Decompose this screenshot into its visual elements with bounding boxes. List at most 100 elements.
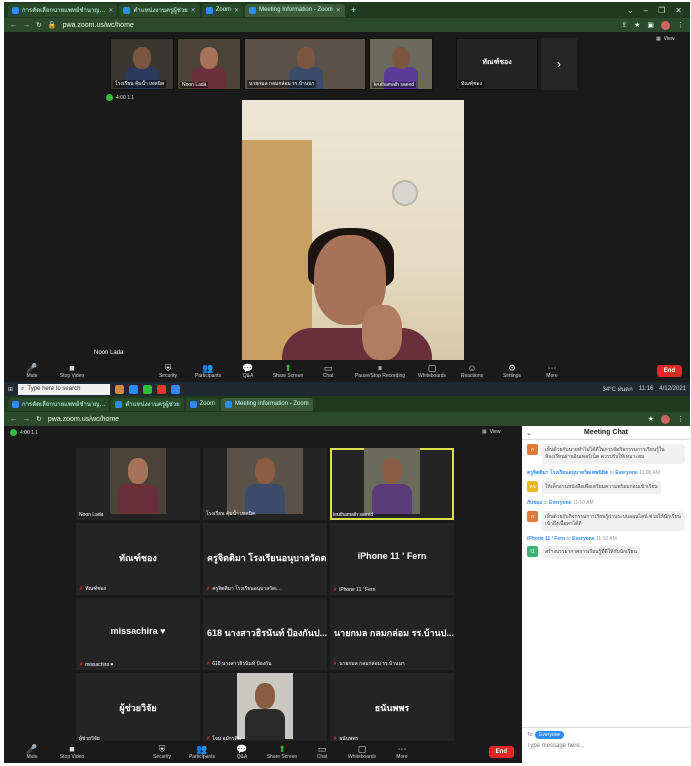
participant-name: Noon Lada (180, 82, 209, 88)
maximize-icon[interactable]: ❐ (658, 6, 665, 15)
participant-tile[interactable]: missachira ♥ ✗ missachira ♥ (76, 598, 200, 670)
browser-tab-active[interactable]: Meeting Information - Zoom (220, 397, 313, 411)
participant-tile[interactable]: นายกมล กลมกล่อม รร.บ้านป... ✗ นายกมล กลมกล… (330, 598, 454, 670)
whiteboard-icon: ▢ (357, 744, 367, 754)
close-icon[interactable]: ✕ (336, 7, 341, 14)
participant-tile[interactable]: ธนันพพร ✗ ธนันพพร (330, 673, 454, 745)
edge-icon[interactable] (129, 384, 139, 394)
browser-tab[interactable]: Zoom (185, 397, 219, 411)
participant-display-name: 618 นางสาวธิรนันท์ ป้องกันป... (207, 628, 327, 638)
participant-name: ✗ ครูจิตติมา โรงเรียนอนุบาลวัดเ… (206, 585, 282, 593)
security-button[interactable]: ⛨ Security (142, 744, 182, 760)
reload-icon[interactable]: ↻ (36, 21, 42, 29)
app-icon[interactable] (157, 384, 167, 394)
stop-video-button[interactable]: ■ Stop Video (52, 744, 92, 760)
back-icon[interactable]: ← (10, 416, 17, 423)
menu-icon[interactable]: ⋮ (677, 21, 684, 30)
chat-button[interactable]: ▭ Chat (302, 744, 342, 760)
participant-thumbnail[interactable]: ทัณฑ์ชอง ทัณฑ์ชอง (456, 38, 538, 90)
participant-tile[interactable]: ครูจิตติมา โรงเรียนอนุบาลวัดต... ✗ ครูจิตต… (203, 523, 327, 595)
share-screen-button[interactable]: ⬆ Share Screen (268, 363, 308, 379)
zoom-app-icon[interactable] (171, 384, 181, 394)
view-button[interactable]: ▦ View (656, 36, 674, 42)
participant-tile[interactable]: ✗ โจม อมักรดิษ (203, 673, 327, 745)
browser-tab[interactable]: การคัดเลือกนายแพทย์ชำนาญ… ✕ (8, 3, 118, 17)
chrome-icon[interactable] (143, 384, 153, 394)
end-meeting-button[interactable]: End (656, 365, 682, 377)
file-explorer-icon[interactable] (115, 384, 125, 394)
favicon-icon (12, 6, 19, 14)
qa-button[interactable]: 💬 Q&A (222, 744, 262, 760)
url-field[interactable]: pwa.zoom.us/wc/home (63, 22, 134, 29)
browser-tab[interactable]: ตำแหน่งงานครูผู้ช่วย ✕ (119, 3, 200, 17)
participant-thumbnail[interactable]: โรงเรียน คุ้มน้ำ เทคนิค (110, 38, 174, 90)
star-icon[interactable]: ★ (648, 415, 654, 424)
forward-icon[interactable]: → (23, 416, 30, 423)
whiteboards-button[interactable]: ▢ Whiteboards (412, 363, 452, 379)
share-page-icon[interactable]: ⇪ (621, 21, 627, 30)
participant-tile[interactable]: iPhone 11 ' Fern ✗ iPhone 11 ' Fern (330, 523, 454, 595)
minimize-icon[interactable]: – (644, 6, 648, 15)
stop-video-button[interactable]: ■ Stop Video (52, 363, 92, 379)
browser-tab-bar: การคัดเลือกนายแพทย์ชำนาญ… ตำแหน่งงานครูผ… (4, 396, 690, 412)
new-tab-icon[interactable]: + (347, 5, 360, 15)
toolbar-label: Q&A (236, 754, 248, 760)
close-window-icon[interactable]: ✕ (675, 6, 682, 15)
tab-label: Meeting Information - Zoom (234, 401, 309, 407)
collapse-icon[interactable]: ⌄ (526, 429, 532, 437)
chevron-down-icon[interactable]: ⌄ (627, 6, 634, 15)
close-icon[interactable]: ✕ (234, 7, 239, 14)
menu-icon[interactable]: ⋮ (677, 415, 684, 424)
browser-tab-active[interactable]: Meeting Information - Zoom ✕ (245, 3, 345, 17)
security-button[interactable]: ⛨ Security (148, 363, 188, 379)
reload-icon[interactable]: ↻ (36, 415, 42, 423)
mute-button[interactable]: 🎤 Mute (12, 744, 52, 760)
windows-start-icon[interactable]: ⊞ (8, 386, 13, 393)
more-button[interactable]: ⋯ More (382, 744, 422, 760)
participant-name: ✗ 618 นางสาวธิรนันท์ ป้องกัน (206, 660, 272, 668)
participants-button[interactable]: 👥 Participants (182, 744, 222, 760)
whiteboards-button[interactable]: ▢ Whiteboards (342, 744, 382, 760)
url-field[interactable]: pwa.zoom.us/wc/home (48, 416, 119, 423)
chevron-right-icon[interactable]: › (541, 38, 577, 90)
taskbar-search[interactable]: ⌕ Type here to search (18, 383, 111, 395)
participant-thumbnail[interactable]: Noon Lada (177, 38, 241, 90)
chat-message: ก เห็นด้วยกับนายทำไม่ได้ดีในการจัดกิจกรรม… (522, 440, 690, 466)
browser-tab[interactable]: การคัดเลือกนายแพทย์ชำนาญ… (8, 397, 110, 411)
browser-tab[interactable]: Zoom ✕ (201, 3, 244, 17)
participant-tile-speaking[interactable]: kruthamath saeed (330, 448, 454, 520)
extensions-icon[interactable]: ▣ (647, 21, 654, 30)
chat-button[interactable]: ▭ Chat (308, 363, 348, 379)
favicon-icon (189, 400, 197, 408)
toolbar-label: Security (152, 754, 172, 760)
participant-tile[interactable]: ผู้ช่วยวิจัย ผู้ช่วยวิจัย (76, 673, 200, 745)
view-button[interactable]: ▦ View (482, 429, 500, 435)
chat-message-input[interactable] (527, 743, 685, 749)
participant-tile[interactable]: โรงเรียน คุ้มน้ำ เทคนิค (203, 448, 327, 520)
settings-button[interactable]: ⚙ Settings (492, 363, 532, 379)
browser-tab[interactable]: ตำแหน่งงานครูผู้ช่วย (111, 397, 184, 411)
close-icon[interactable]: ✕ (191, 7, 196, 14)
participant-thumbnail[interactable]: kruthamath saeed (369, 38, 433, 90)
profile-avatar[interactable] (661, 414, 670, 424)
star-icon[interactable]: ★ (634, 21, 640, 30)
participant-tile[interactable]: 618 นางสาวธิรนันท์ ป้องกันป... ✗ 618 นางสา… (203, 598, 327, 670)
mute-button[interactable]: 🎤 Mute (12, 363, 52, 379)
recording-button[interactable]: ⏸ Pause/Stop Recording (348, 363, 412, 379)
participant-tile[interactable]: ทัณฑ์ชอง ✗ ทัณฑ์ชอง (76, 523, 200, 595)
recipient-dropdown[interactable]: Everyone (535, 731, 565, 739)
forward-icon[interactable]: → (23, 22, 30, 29)
back-icon[interactable]: ← (10, 22, 17, 29)
speaker-name: Noon Lada (94, 350, 124, 356)
participants-button[interactable]: 👥 Participants (188, 363, 228, 379)
close-icon[interactable]: ✕ (108, 7, 113, 14)
profile-avatar[interactable] (661, 20, 670, 30)
participant-thumbnail[interactable]: นายกมล กลมกล่อม รร.บ้านนา (244, 38, 366, 90)
participant-tile[interactable]: Noon Lada (76, 448, 200, 520)
end-meeting-button[interactable]: End (488, 746, 514, 758)
share-screen-button[interactable]: ⬆ Share Screen (262, 744, 302, 760)
toolbar-label: More (546, 373, 558, 379)
reactions-button[interactable]: ☺ Reactions (452, 363, 492, 379)
qa-button[interactable]: 💬 Q&A (228, 363, 268, 379)
more-button[interactable]: ⋯ More (532, 363, 572, 379)
